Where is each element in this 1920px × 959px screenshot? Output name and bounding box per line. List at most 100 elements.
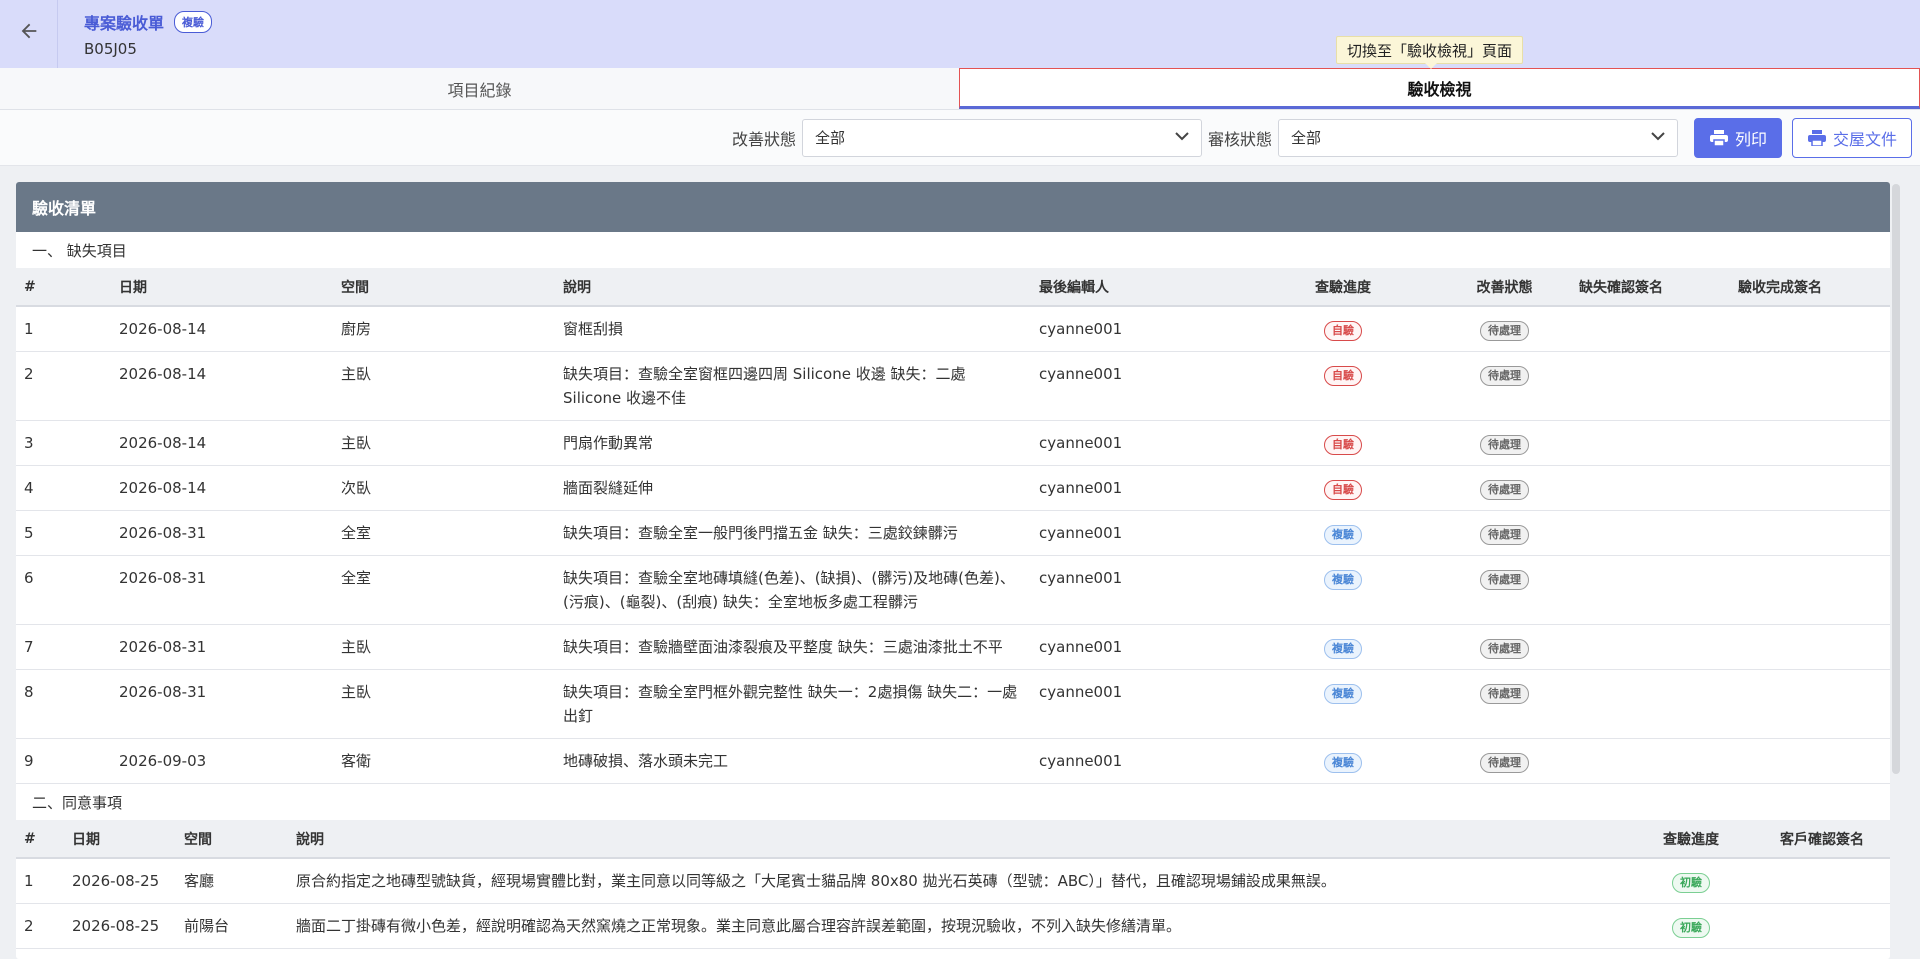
row-status: 待處理 [1438, 555, 1571, 625]
page-title: 專案驗收單 [84, 14, 165, 33]
defects-table: # 日期 空間 說明 最後編輯人 查驗進度 改善狀態 缺失確認簽名 驗收完成簽名… [16, 268, 1890, 784]
tab-bar: 項目紀錄 驗收檢視 [0, 68, 1920, 110]
status-badge: 待處理 [1480, 435, 1529, 455]
row-date: 2026-08-31 [111, 669, 333, 739]
tab-inspection-view[interactable]: 驗收檢視 [959, 68, 1920, 109]
row-progress: 複驗 [1248, 738, 1438, 784]
agreements-section-title: 二、同意事項 [16, 784, 1890, 820]
printer-icon [1709, 129, 1729, 147]
completion-signature-cell [1730, 738, 1890, 784]
completion-signature-cell [1730, 465, 1890, 511]
row-number: 9 [16, 738, 111, 784]
back-button[interactable] [0, 0, 58, 68]
agreements-table: # 日期 空間 說明 查驗進度 客戶確認簽名 1 2026-08-25 客廳 原合約指… [16, 820, 1890, 949]
row-description: 原合約指定之地磚型號缺貨，經現場實體比對，業主同意以同等級之「大尾賓士貓品牌 8… [288, 858, 1628, 904]
inspection-badge: 複驗 [174, 11, 213, 33]
row-editor: cyanne001 [1031, 510, 1248, 556]
table-row[interactable]: 1 2026-08-25 客廳 原合約指定之地磚型號缺貨，經現場實體比對，業主同意以同… [16, 858, 1890, 904]
row-description: 地磚破損、落水頭未完工 [555, 738, 1031, 784]
row-status: 待處理 [1438, 624, 1571, 670]
scrollbar[interactable] [1892, 184, 1900, 774]
completion-signature-cell [1730, 555, 1890, 625]
row-number: 5 [16, 510, 111, 556]
progress-badge: 自驗 [1324, 366, 1362, 386]
progress-badge: 自驗 [1324, 321, 1362, 341]
row-number: 2 [16, 351, 111, 421]
defect-signature-cell [1571, 624, 1730, 670]
row-description: 窗框刮損 [555, 306, 1031, 352]
table-row[interactable]: 2 2026-08-14 主臥 缺失項目：查驗全室窗框四邊四周 Silicone 收邊… [16, 351, 1890, 421]
status-badge: 待處理 [1480, 321, 1529, 341]
status-badge: 待處理 [1480, 480, 1529, 500]
row-number: 6 [16, 555, 111, 625]
defects-header-row: # 日期 空間 說明 最後編輯人 查驗進度 改善狀態 缺失確認簽名 驗收完成簽名 [16, 268, 1890, 307]
defect-signature-cell [1571, 465, 1730, 511]
tab-tooltip: 切換至「驗收檢視」頁面 [1336, 36, 1524, 69]
row-editor: cyanne001 [1031, 306, 1248, 352]
row-editor: cyanne001 [1031, 738, 1248, 784]
row-progress: 自驗 [1248, 351, 1438, 421]
row-progress: 複驗 [1248, 555, 1438, 625]
print-button[interactable]: 列印 [1693, 117, 1782, 158]
table-row[interactable]: 3 2026-08-14 主臥 門扇作動異常 cyanne001 自驗 待處理 [16, 420, 1890, 466]
table-row[interactable]: 2 2026-08-25 前陽台 牆面二丁掛磚有微小色差，經說明確認為天然窯燒之正常現… [16, 903, 1890, 949]
col-header: 查驗進度 [1248, 268, 1438, 307]
handover-docs-label: 交屋文件 [1832, 129, 1897, 149]
improve-status-label: 改善狀態 [731, 129, 796, 149]
title-block: 專案驗收單 複驗 B05J05 [58, 10, 213, 58]
completion-signature-cell [1730, 306, 1890, 352]
table-row[interactable]: 7 2026-08-31 主臥 缺失項目：查驗牆壁面油漆裂痕及平整度 缺失：三處油漆批… [16, 624, 1890, 670]
col-header: 空間 [333, 268, 555, 307]
defect-signature-cell [1571, 669, 1730, 739]
row-space: 主臥 [333, 420, 555, 466]
col-header: 最後編輯人 [1031, 268, 1248, 307]
row-status: 待處理 [1438, 738, 1571, 784]
row-status: 待處理 [1438, 420, 1571, 466]
tab-item-records[interactable]: 項目紀錄 [0, 68, 959, 109]
row-date: 2026-08-31 [111, 624, 333, 670]
col-header: 空間 [176, 820, 288, 859]
row-space: 主臥 [333, 624, 555, 670]
row-space: 全室 [333, 510, 555, 556]
defects-section-title: 一、 缺失項目 [16, 232, 1890, 268]
completion-signature-cell [1730, 351, 1890, 421]
row-editor: cyanne001 [1031, 465, 1248, 511]
defect-signature-cell [1571, 420, 1730, 466]
agreements-header-row: # 日期 空間 說明 查驗進度 客戶確認簽名 [16, 820, 1890, 859]
col-header: # [16, 820, 64, 859]
row-editor: cyanne001 [1031, 555, 1248, 625]
row-description: 缺失項目：查驗全室一般門後門擋五金 缺失：三處鉸鍊髒污 [555, 510, 1031, 556]
row-number: 2 [16, 903, 64, 949]
table-row[interactable]: 6 2026-08-31 全室 缺失項目：查驗全室地磚填縫(色差)、(缺損)、(髒污)… [16, 555, 1890, 625]
row-description: 缺失項目：查驗牆壁面油漆裂痕及平整度 缺失：三處油漆批土不平 [555, 624, 1031, 670]
row-status: 待處理 [1438, 465, 1571, 511]
customer-signature-cell [1754, 903, 1890, 949]
defect-signature-cell [1571, 351, 1730, 421]
col-header: 客戶確認簽名 [1754, 820, 1890, 859]
col-header: 驗收完成簽名 [1730, 268, 1890, 307]
table-row[interactable]: 5 2026-08-31 全室 缺失項目：查驗全室一般門後門擋五金 缺失：三處鉸鍊髒污… [16, 510, 1890, 556]
col-header: 日期 [111, 268, 333, 307]
row-date: 2026-08-31 [111, 555, 333, 625]
row-date: 2026-08-14 [111, 465, 333, 511]
status-badge: 待處理 [1480, 639, 1529, 659]
completion-signature-cell [1730, 624, 1890, 670]
table-row[interactable]: 8 2026-08-31 主臥 缺失項目：查驗全室門框外觀完整性 缺失一：2處損傷 缺… [16, 669, 1890, 739]
improve-status-value: 全部 [814, 129, 845, 147]
row-number: 4 [16, 465, 111, 511]
chevron-down-icon [1651, 130, 1665, 145]
row-progress: 自驗 [1248, 465, 1438, 511]
progress-badge: 自驗 [1324, 435, 1362, 455]
table-row[interactable]: 9 2026-09-03 客衛 地磚破損、落水頭未完工 cyanne001 複驗 待處理 [16, 738, 1890, 784]
row-description: 門扇作動異常 [555, 420, 1031, 466]
table-row[interactable]: 1 2026-08-14 廚房 窗框刮損 cyanne001 自驗 待處理 [16, 306, 1890, 352]
improve-status-select[interactable]: 全部 [801, 118, 1202, 157]
review-status-select[interactable]: 全部 [1277, 118, 1678, 157]
defect-signature-cell [1571, 306, 1730, 352]
row-progress: 複驗 [1248, 510, 1438, 556]
table-row[interactable]: 4 2026-08-14 次臥 牆面裂縫延伸 cyanne001 自驗 待處理 [16, 465, 1890, 511]
row-date: 2026-08-31 [111, 510, 333, 556]
row-space: 主臥 [333, 669, 555, 739]
row-number: 8 [16, 669, 111, 739]
handover-docs-button[interactable]: 交屋文件 [1791, 117, 1912, 158]
